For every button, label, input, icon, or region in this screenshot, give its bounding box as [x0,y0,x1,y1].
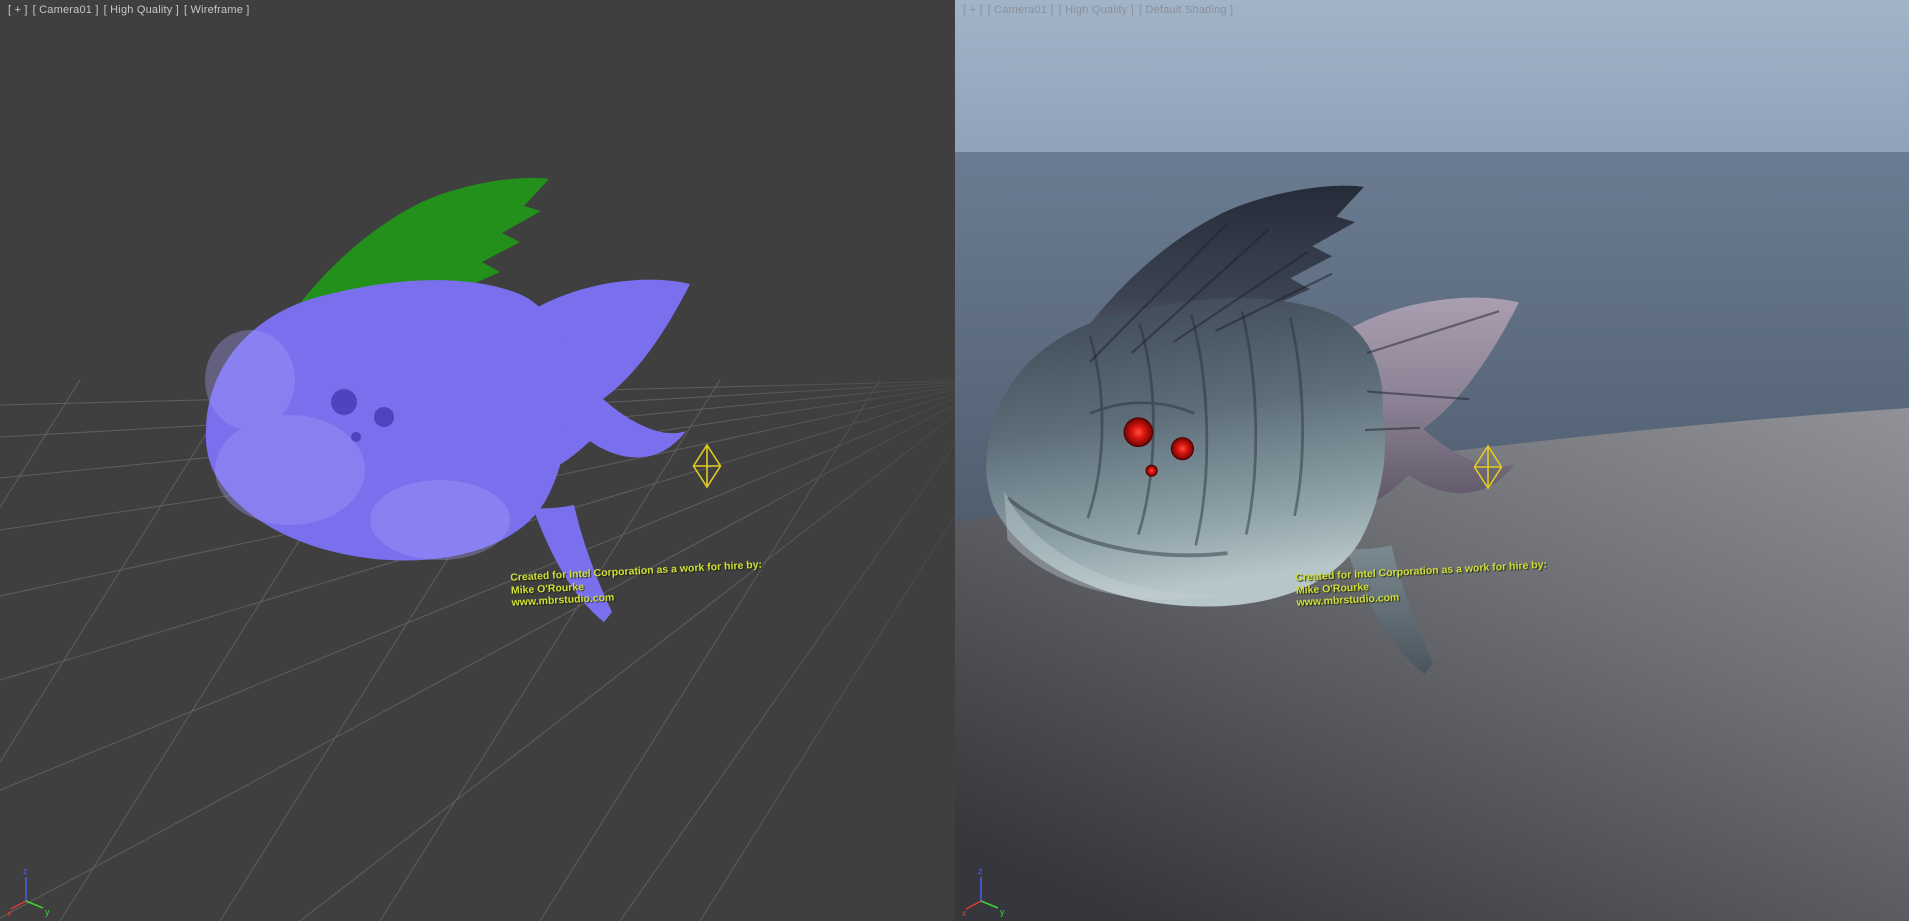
axis-x-line [966,901,981,909]
world-axis-tripod: z x y [6,865,54,917]
viewport-general-menu[interactable]: [ + ] [963,4,983,16]
world-axis-tripod: z x y [961,865,1009,917]
viewport-shading-menu[interactable]: [ Default Shading ] [1139,4,1233,16]
axis-y-label: y [1000,907,1005,917]
axis-y-line [26,901,43,908]
viewport-quality-menu[interactable]: [ High Quality ] [1059,4,1134,16]
axis-x-line [11,901,26,909]
viewport-camera-menu[interactable]: [ Camera01 ] [988,4,1054,16]
axis-x-label: x [962,908,967,917]
axis-y-label: y [45,907,50,917]
viewport-label-bar: [ + ] [ Camera01 ] [ High Quality ] [ Wiref… [8,4,255,16]
viewport-shading-menu[interactable]: [ Wireframe ] [184,4,250,16]
sky [955,0,1909,152]
viewport-camera-menu[interactable]: [ Camera01 ] [33,4,99,16]
application-window: [ + ] [ Camera01 ] [ High Quality ] [ Wiref… [0,0,1909,921]
axis-z-label: z [978,866,983,876]
axis-z-label: z [23,866,28,876]
viewport-quality-menu[interactable]: [ High Quality ] [104,4,179,16]
axis-x-label: x [7,908,12,917]
axis-y-line [981,901,998,908]
viewport-general-menu[interactable]: [ + ] [8,4,28,16]
viewport-shaded[interactable]: [ + ] [ Camera01 ] [ High Quality ] [ Defau… [955,0,1909,921]
viewport-wireframe[interactable]: [ + ] [ Camera01 ] [ High Quality ] [ Wiref… [0,0,955,921]
viewport-label-bar: [ + ] [ Camera01 ] [ High Quality ] [ Defau… [963,4,1238,16]
